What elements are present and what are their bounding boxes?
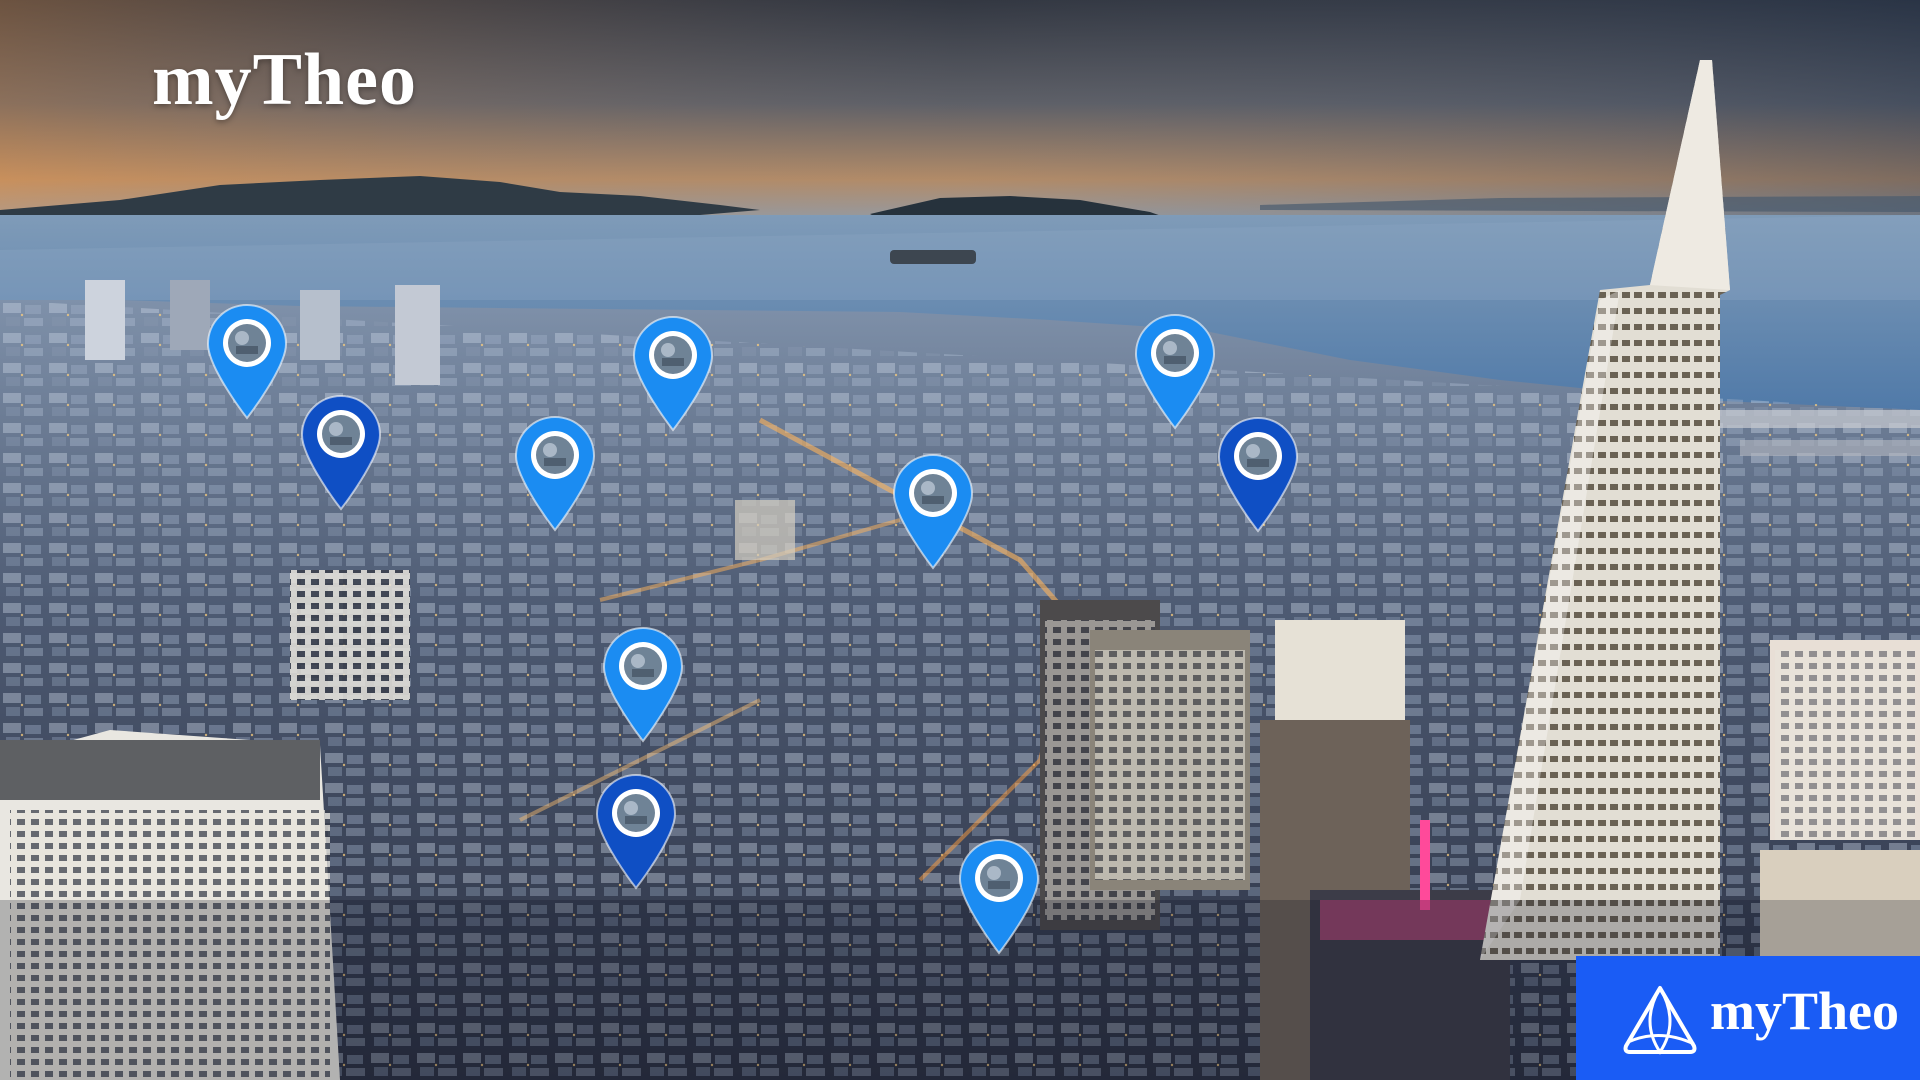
location-pin-6[interactable] (1215, 415, 1301, 533)
location-pin-3[interactable] (630, 314, 716, 432)
location-pin-7[interactable] (890, 452, 976, 570)
location-pin-9[interactable] (593, 772, 679, 890)
brand-badge: myTheo (1576, 956, 1920, 1080)
mytheo-logo-icon (1623, 986, 1697, 1055)
location-pin-5[interactable] (1132, 312, 1218, 430)
badge-brand-text: myTheo (1710, 981, 1899, 1041)
location-pin-4[interactable] (512, 414, 598, 532)
brand-title: myTheo (152, 39, 417, 121)
location-pin-1[interactable] (204, 302, 290, 420)
location-pin-10[interactable] (956, 837, 1042, 955)
location-pin-2[interactable] (298, 393, 384, 511)
location-pin-8[interactable] (600, 625, 686, 743)
